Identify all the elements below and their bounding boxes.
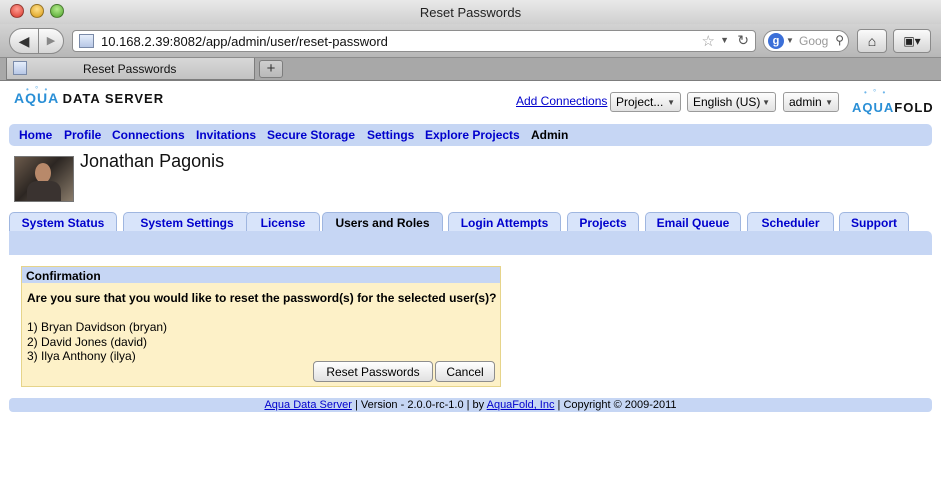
aquafold-logo: AQUAFOLD	[852, 100, 934, 115]
tab-projects[interactable]: Projects	[567, 212, 639, 232]
project-select[interactable]: Project... ▼	[610, 92, 681, 112]
tab-license[interactable]: License	[246, 212, 320, 232]
home-icon[interactable]: ⌂	[857, 29, 887, 53]
history-dropdown-icon[interactable]: ▼	[720, 35, 729, 45]
browser-tab[interactable]: Reset Passwords	[6, 58, 255, 80]
nav-profile[interactable]: Profile	[64, 128, 101, 142]
language-select[interactable]: English (US) ▼	[687, 92, 776, 112]
search-placeholder: Goog	[799, 34, 829, 48]
magnifier-icon[interactable]: ⚲	[835, 33, 844, 47]
confirmation-question: Are you sure that you would like to rese…	[27, 291, 497, 305]
logo-data-server-text: DATA SERVER	[62, 91, 165, 106]
avatar-body	[27, 181, 61, 201]
chevron-down-icon: ▼	[762, 98, 770, 107]
selected-users-list: 1) Bryan Davidson (bryan) 2) David Jones…	[27, 320, 167, 364]
tab-system-settings[interactable]: System Settings	[123, 212, 251, 232]
address-text[interactable]: 10.168.2.39:8082/app/admin/user/reset-pa…	[101, 34, 388, 49]
forward-arrow-icon[interactable]: ▶	[38, 28, 64, 54]
nav-settings[interactable]: Settings	[367, 128, 414, 142]
avatar	[14, 156, 74, 202]
logo-dots: • ° •	[26, 85, 50, 94]
cancel-button[interactable]: Cancel	[435, 361, 495, 382]
list-item: 2) David Jones (david)	[27, 334, 148, 349]
footer-product-link[interactable]: Aqua Data Server	[264, 399, 351, 411]
page-footer: Aqua Data Server | Version - 2.0.0-rc-1.…	[9, 398, 932, 412]
aqua-data-server-logo: • ° • AQUA DATA SERVER	[14, 85, 165, 106]
new-tab-button[interactable]: +	[259, 60, 283, 78]
browser-tabstrip: Reset Passwords +	[0, 58, 941, 81]
nav-explore-projects[interactable]: Explore Projects	[425, 128, 520, 142]
footer-company-link[interactable]: AquaFold, Inc	[487, 399, 555, 411]
user-name: Jonathan Pagonis	[80, 151, 225, 171]
add-connections-link[interactable]: Add Connections	[516, 94, 607, 108]
reset-passwords-button[interactable]: Reset Passwords	[313, 361, 433, 382]
google-icon[interactable]: g	[768, 33, 784, 49]
star-icon[interactable]: ☆	[702, 32, 715, 50]
confirmation-panel: Confirmation Are you sure that you would…	[21, 266, 501, 387]
window-title: Reset Passwords	[419, 5, 522, 20]
aquafold-logo-dots: • ° •	[864, 88, 888, 97]
user-select[interactable]: admin ▼	[783, 92, 839, 112]
window-titlebar: Reset Passwords	[0, 0, 941, 24]
user-select-value: admin	[789, 95, 822, 109]
tab-users-and-roles[interactable]: Users and Roles	[322, 212, 443, 232]
footer-copyright: | Copyright © 2009-2011	[554, 399, 677, 411]
address-bar[interactable]: 10.168.2.39:8082/app/admin/user/reset-pa…	[72, 30, 756, 52]
list-item: 3) Ilya Anthony (ilya)	[27, 349, 136, 363]
search-input[interactable]: g ▼ Goog ⚲	[763, 30, 849, 52]
main-navigation: Home Profile Connections Invitations Sec…	[9, 124, 932, 146]
tab-scheduler[interactable]: Scheduler	[747, 212, 834, 232]
nav-admin[interactable]: Admin	[531, 128, 568, 142]
tab-support[interactable]: Support	[839, 212, 909, 232]
browser-toolbar: ◀ ▶ 10.168.2.39:8082/app/admin/user/rese…	[0, 24, 941, 58]
bookmarks-icon[interactable]: ▣▾	[893, 29, 931, 53]
back-arrow-icon[interactable]: ◀	[9, 28, 39, 54]
tab-email-queue[interactable]: Email Queue	[645, 212, 741, 232]
nav-secure-storage[interactable]: Secure Storage	[267, 128, 355, 142]
footer-version: | Version - 2.0.0-rc-1.0 | by	[351, 399, 487, 411]
nav-connections[interactable]: Connections	[112, 128, 185, 142]
tab-login-attempts[interactable]: Login Attempts	[448, 212, 561, 232]
aquafold-logo-fold: FOLD	[894, 100, 934, 115]
aquafold-logo-aqua: AQUA	[852, 100, 895, 115]
language-select-value: English (US)	[693, 95, 761, 109]
list-item: 1) Bryan Davidson (bryan)	[27, 320, 168, 334]
confirmation-heading: Confirmation	[22, 267, 500, 283]
admin-tab-bar	[9, 231, 932, 255]
tab-favicon-icon	[13, 61, 27, 75]
tab-system-status[interactable]: System Status	[9, 212, 117, 232]
chevron-down-icon: ▼	[667, 98, 675, 107]
chevron-down-icon: ▼	[825, 98, 833, 107]
admin-tabs: System Status System Settings License Us…	[9, 212, 932, 232]
site-favicon-icon	[79, 34, 94, 48]
search-engine-dropdown-icon[interactable]: ▼	[786, 36, 794, 45]
browser-tab-title: Reset Passwords	[83, 62, 177, 76]
project-select-value: Project...	[616, 95, 664, 109]
nav-home[interactable]: Home	[19, 128, 52, 142]
reload-icon[interactable]: ↻	[737, 32, 749, 49]
nav-invitations[interactable]: Invitations	[196, 128, 256, 142]
avatar-face	[35, 163, 51, 183]
